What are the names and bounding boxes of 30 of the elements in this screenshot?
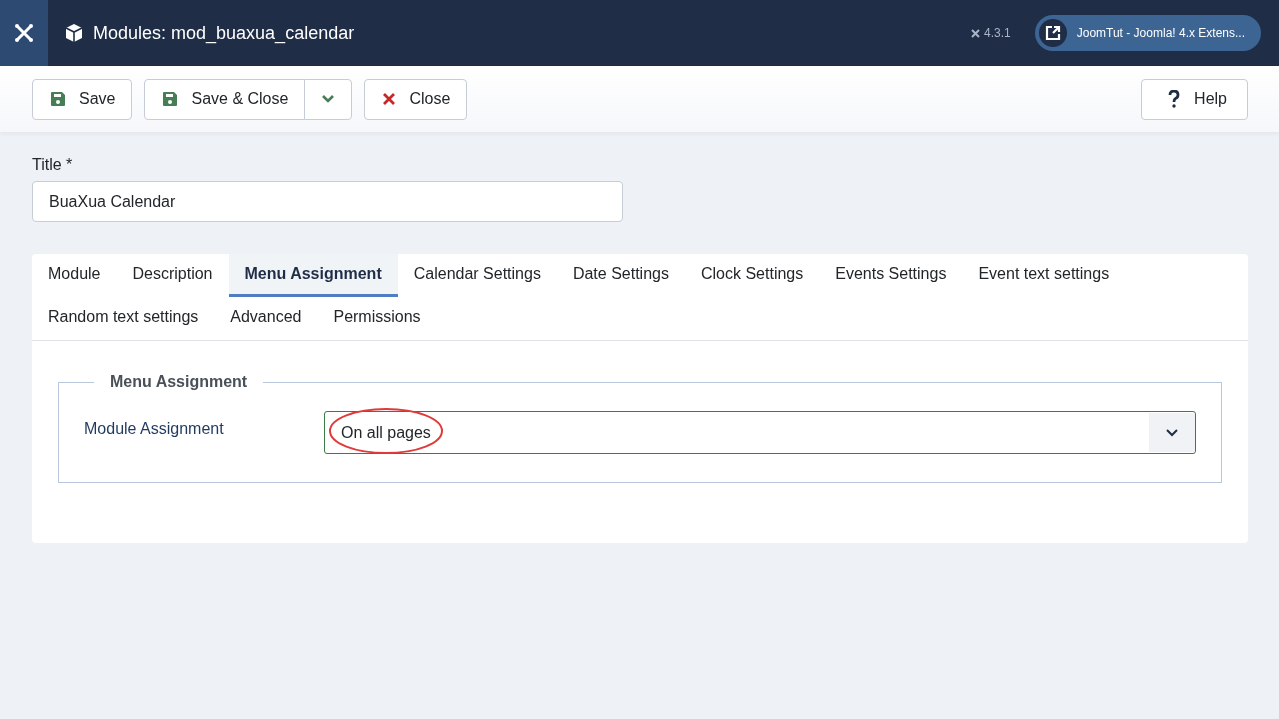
- site-link[interactable]: JoomTut - Joomla! 4.x Extens...: [1034, 15, 1261, 51]
- cube-icon: [64, 23, 84, 43]
- save-button[interactable]: Save: [32, 78, 133, 120]
- external-link-icon: [1038, 19, 1067, 47]
- tab[interactable]: Menu Assignment: [228, 254, 398, 297]
- question-mark-icon: [1168, 90, 1181, 108]
- title-label: Title *: [32, 156, 74, 174]
- tab[interactable]: Clock Settings: [684, 254, 820, 297]
- close-button[interactable]: Close: [364, 78, 468, 120]
- tab[interactable]: Permissions: [317, 297, 437, 340]
- version-text: 4.3.1: [984, 26, 1011, 40]
- tab[interactable]: Description: [116, 254, 229, 297]
- tab[interactable]: Calendar Settings: [397, 254, 557, 297]
- save-close-button[interactable]: Save & Close: [144, 78, 306, 120]
- help-button[interactable]: Help: [1141, 78, 1248, 120]
- field-label: Module Assignment: [84, 419, 225, 438]
- tab[interactable]: Date Settings: [556, 254, 685, 297]
- tab[interactable]: Events Settings: [819, 254, 963, 297]
- close-icon: [383, 93, 396, 105]
- tab[interactable]: Random text settings: [32, 297, 215, 340]
- fieldset-legend: Menu Assignment: [94, 373, 264, 391]
- tab[interactable]: Advanced: [214, 297, 318, 340]
- dropdown-toggle[interactable]: [304, 78, 353, 120]
- chevron-down-icon: [1149, 413, 1195, 452]
- tab[interactable]: Module: [32, 254, 117, 297]
- title-input[interactable]: BuaXua Calendar: [32, 181, 623, 222]
- page-title: Modules: mod_buaxua_calendar: [93, 22, 355, 44]
- tab[interactable]: Event text settings: [962, 254, 1126, 297]
- chevron-down-icon: [321, 94, 336, 104]
- assignment-select[interactable]: On all pages: [324, 411, 1196, 454]
